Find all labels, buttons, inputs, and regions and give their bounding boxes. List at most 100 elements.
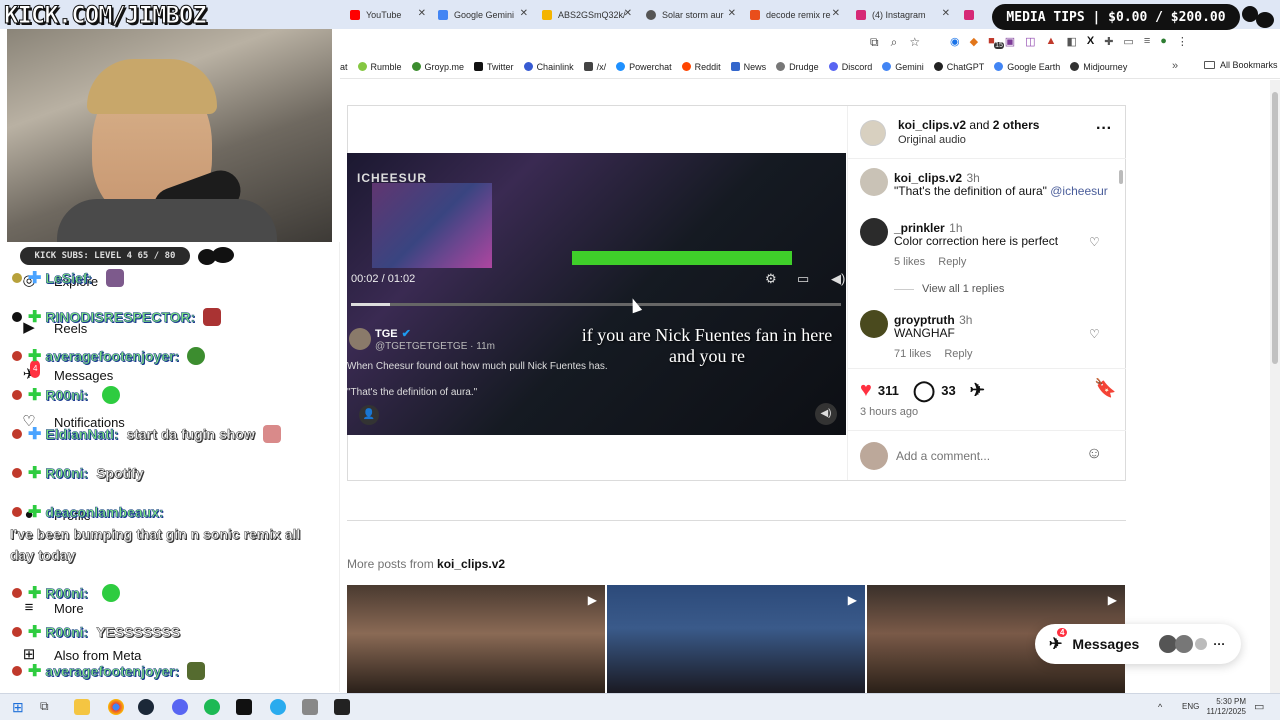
tab-youtube[interactable]: YouTube ✕ — [344, 4, 430, 25]
more-posts-user-link[interactable]: koi_clips.v2 — [437, 557, 505, 571]
file-explorer-icon[interactable] — [74, 699, 90, 715]
avatar[interactable] — [860, 120, 886, 146]
close-icon[interactable]: ✕ — [624, 8, 632, 19]
bookmark-gemini[interactable]: Gemini — [882, 62, 924, 72]
star-icon[interactable]: ☆ — [909, 35, 920, 50]
extension-badge-icon[interactable]: ■ 15 — [988, 35, 1004, 49]
bookmark-icon[interactable]: 🔖 — [1094, 378, 1116, 399]
notification-icon[interactable]: ▭ — [1254, 700, 1264, 713]
close-icon[interactable]: ✕ — [728, 8, 736, 19]
app-icon[interactable] — [302, 699, 318, 715]
avatar[interactable] — [860, 218, 888, 246]
bookmark-discord[interactable]: Discord — [828, 62, 872, 72]
mention-link[interactable]: @icheesur — [1050, 184, 1108, 198]
bookmark-twitter[interactable]: Twitter — [474, 62, 514, 72]
settings-icon[interactable]: ⚙ — [765, 271, 777, 287]
all-bookmarks-button[interactable]: All Bookmarks — [1204, 60, 1278, 70]
metamask-icon[interactable]: ◆ — [970, 35, 978, 48]
like-comment-icon[interactable]: ♡ — [1089, 327, 1101, 341]
windows-start-icon[interactable]: ⊞ — [12, 699, 24, 715]
bookmark-news[interactable]: News — [730, 62, 766, 72]
heart-filled-icon[interactable]: ♥ — [860, 379, 872, 402]
post-thumbnail[interactable]: ▶ — [347, 585, 605, 693]
kebab-menu-icon[interactable]: ⋮ — [1177, 35, 1188, 48]
extension-icon[interactable]: ◫ — [1025, 35, 1035, 48]
tab-solar-storm[interactable]: Solar storm aur ✕ — [640, 4, 740, 25]
avatar[interactable] — [860, 310, 888, 338]
clock[interactable]: 5:30 PM 11/12/2025 — [1196, 697, 1246, 717]
author-link[interactable]: koi_clips.v2 — [898, 118, 966, 132]
comment-likes[interactable]: 5 likes — [894, 256, 925, 268]
mute-icon[interactable]: ◀) — [815, 403, 837, 425]
bookmark-google-earth[interactable]: Google Earth — [994, 62, 1060, 72]
comment-username[interactable]: groyptruth — [894, 313, 955, 327]
profile-icon[interactable]: ● — [1160, 35, 1167, 48]
scrollbar-thumb[interactable] — [1272, 92, 1278, 364]
comment-username[interactable]: koi_clips.v2 — [894, 171, 962, 185]
avatar[interactable] — [860, 168, 888, 196]
reply-button[interactable]: Reply — [944, 348, 972, 360]
obs-icon[interactable] — [334, 699, 350, 715]
close-icon[interactable]: ✕ — [832, 8, 840, 19]
like-count[interactable]: 311 — [878, 383, 899, 398]
telegram-icon[interactable] — [270, 699, 286, 715]
post-thumbnail[interactable]: ▶ — [607, 585, 865, 693]
extension-icon[interactable]: ▲ — [1046, 35, 1057, 48]
messages-pill[interactable]: ✈ 4 Messages ··· — [1035, 624, 1241, 664]
bookmark-groyp[interactable]: Groyp.me — [411, 62, 464, 72]
comments-scrollbar[interactable] — [1118, 162, 1124, 364]
user-icon[interactable]: 👤 — [359, 405, 379, 425]
puzzle-icon[interactable]: ✚ — [1104, 35, 1113, 48]
terminal-icon[interactable] — [236, 699, 252, 715]
bookmark-item[interactable]: at — [340, 62, 348, 72]
discord-icon[interactable] — [172, 699, 188, 715]
bookmark-chatgpt[interactable]: ChatGPT — [933, 62, 984, 72]
comment-input[interactable] — [896, 446, 1076, 466]
bookmark-midjourney[interactable]: Midjourney — [1070, 62, 1127, 72]
tab-gemini[interactable]: Google Gemini ✕ — [432, 4, 532, 25]
close-icon[interactable]: ✕ — [520, 8, 528, 19]
tab-decode-remix[interactable]: decode remix re ✕ — [744, 4, 844, 25]
page-scrollbar[interactable] — [1270, 80, 1280, 693]
more-options-icon[interactable]: ··· — [1096, 120, 1112, 138]
bookmark-drudge[interactable]: Drudge — [776, 62, 819, 72]
chrome-icon[interactable] — [108, 699, 124, 715]
share-icon[interactable]: ✈ — [970, 380, 985, 401]
x-icon[interactable]: X — [1087, 35, 1094, 48]
volume-icon[interactable]: ◀) — [831, 271, 845, 287]
original-audio-link[interactable]: Original audio — [898, 134, 966, 146]
chevron-right-icon[interactable]: » — [1172, 60, 1178, 72]
bookmark-rumble[interactable]: Rumble — [357, 62, 402, 72]
bookmark-x-board[interactable]: /x/ — [583, 62, 606, 72]
bookmark-chainlink[interactable]: Chainlink — [523, 62, 574, 72]
reply-button[interactable]: Reply — [938, 256, 966, 268]
extension-icon[interactable]: ◉ — [950, 35, 960, 48]
reel-video[interactable]: ICHEESUR 00:02 / 01:02 ⚙ ▭ ◀) if you are… — [347, 153, 846, 435]
comment-username[interactable]: _prinkler — [894, 221, 945, 235]
emoji-icon[interactable]: ☺ — [1086, 445, 1102, 463]
zoom-icon[interactable]: ⌕ — [891, 35, 898, 50]
close-icon[interactable]: ✕ — [942, 8, 950, 19]
spotify-icon[interactable] — [204, 699, 220, 715]
video-progress-track[interactable] — [351, 303, 841, 306]
extension-icon[interactable]: ◧ — [1066, 35, 1076, 48]
pip-icon[interactable]: ▭ — [797, 271, 809, 287]
nav-messages[interactable]: ✈ 4 Messages — [20, 360, 113, 384]
extension-icon[interactable]: ▣ — [1005, 35, 1015, 48]
scrollbar-thumb[interactable] — [1119, 170, 1123, 184]
tab-instagram-active[interactable] — [958, 4, 988, 25]
task-view-icon[interactable]: ⧉ — [40, 699, 49, 715]
bookmark-powerchat[interactable]: Powerchat — [616, 62, 672, 72]
steam-icon[interactable] — [138, 699, 154, 715]
install-icon[interactable]: ⧉ — [870, 35, 879, 50]
menu-lines-icon[interactable]: ≡ — [1144, 35, 1150, 48]
bookmark-reddit[interactable]: Reddit — [681, 62, 721, 72]
tray-chevron-icon[interactable]: ^ — [1158, 702, 1162, 712]
tab-abs[interactable]: ABS2GSmQ32k/ ✕ — [536, 4, 636, 25]
comment-likes[interactable]: 71 likes — [894, 348, 931, 360]
others-link[interactable]: 2 others — [993, 118, 1040, 132]
sidepanel-icon[interactable]: ▭ — [1123, 35, 1133, 48]
like-comment-icon[interactable]: ♡ — [1089, 235, 1101, 249]
tab-instagram[interactable]: (4) Instagram ✕ — [850, 4, 954, 25]
comment-icon[interactable]: ◯ — [913, 378, 935, 403]
